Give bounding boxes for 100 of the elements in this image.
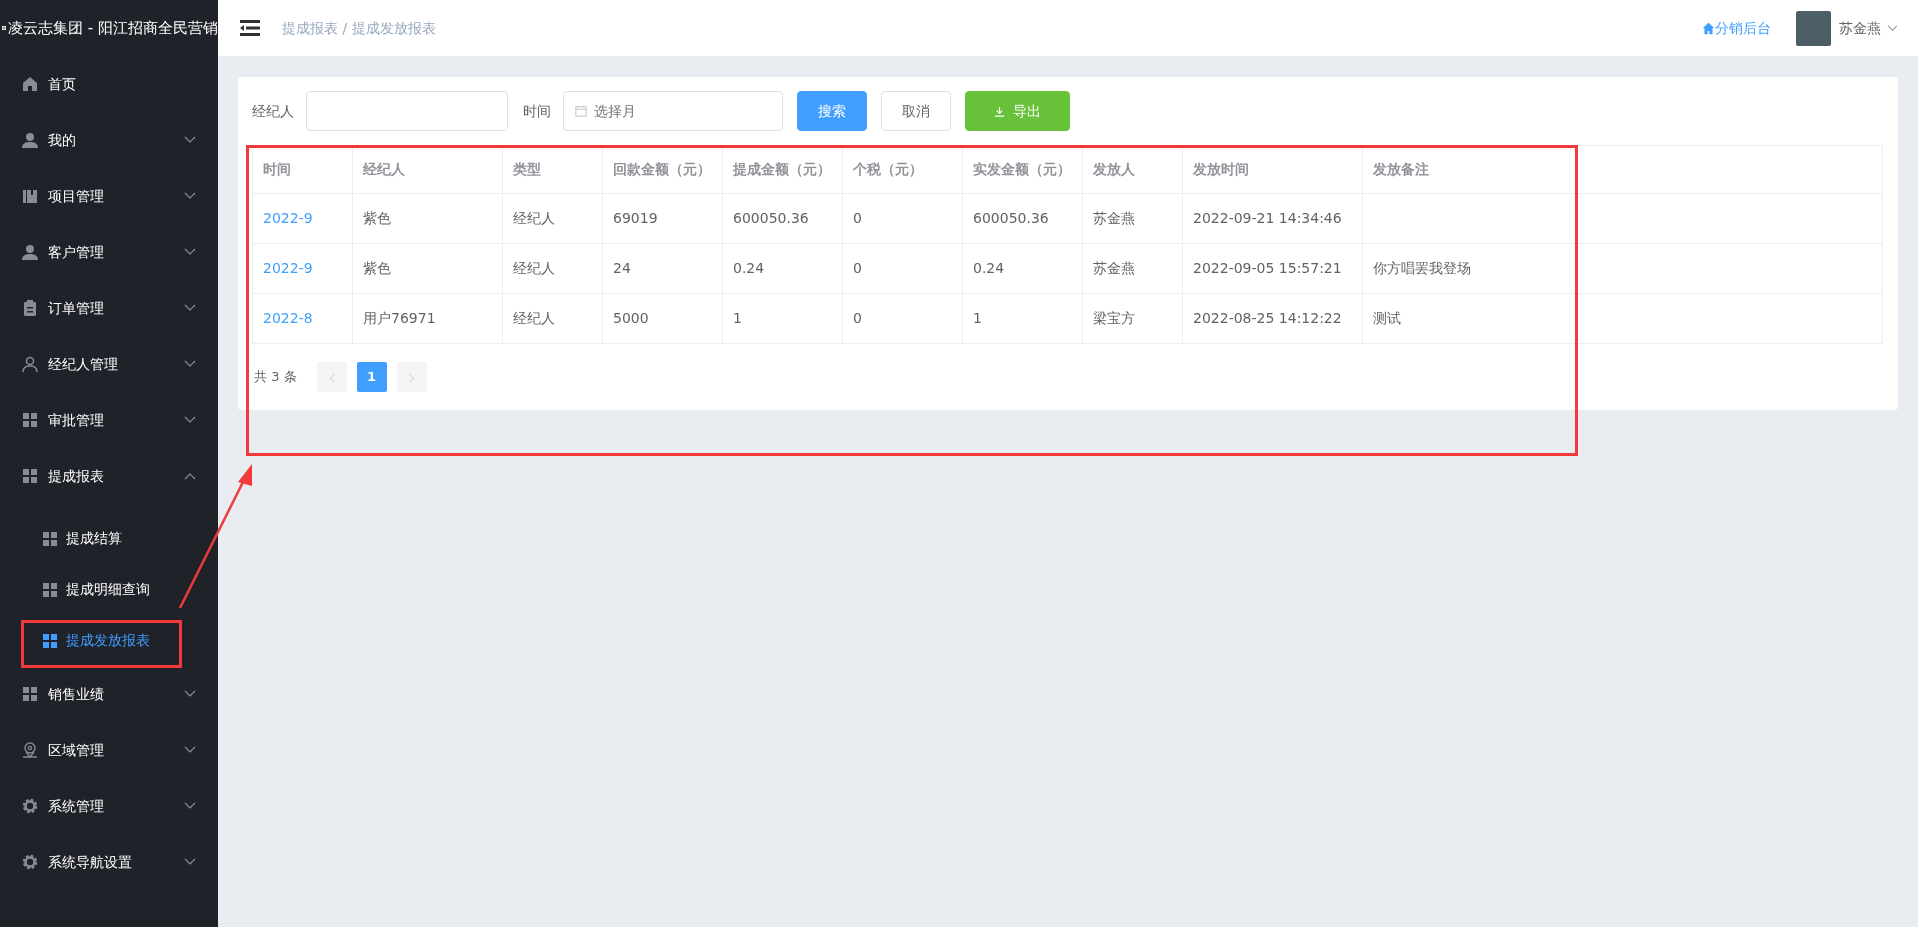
- person-icon: [22, 132, 38, 148]
- table-cell: 2022-08-25 14:12:22: [1193, 310, 1342, 326]
- breadcrumb: 提成报表 / 提成发放报表: [282, 18, 436, 38]
- building-icon: [22, 188, 38, 204]
- submenu-item[interactable]: 提成结算: [0, 513, 218, 564]
- table-cell: 0: [853, 260, 862, 276]
- gear-icon: [22, 798, 38, 814]
- table-cell: 0.24: [733, 260, 765, 276]
- grid-icon: [22, 686, 38, 702]
- table-cell: 2022-09-05 15:57:21: [1193, 260, 1342, 276]
- column-header: 时间: [252, 145, 353, 194]
- menu-item[interactable]: 系统导航设置: [0, 834, 218, 890]
- menu-label: 销售业绩: [48, 684, 105, 704]
- table-cell: 0.24: [973, 260, 1005, 276]
- house-icon: [1702, 21, 1715, 35]
- table-cell: 5000: [613, 310, 649, 326]
- column-header: 个税（元）: [842, 145, 963, 194]
- submenu-item[interactable]: 提成发放报表: [0, 615, 218, 666]
- table-cell: 600050.36: [733, 210, 809, 226]
- next-page-button[interactable]: [396, 362, 427, 392]
- table-cell: 经纪人: [513, 260, 555, 276]
- table-cell: 600050.36: [973, 210, 1049, 226]
- column-header: 发放时间: [1182, 145, 1363, 194]
- person-outline-icon: [22, 356, 38, 372]
- location-pin-icon: [22, 742, 38, 758]
- menu-item[interactable]: 首页: [0, 56, 218, 112]
- table-cell: 用户76971: [363, 310, 436, 326]
- table-cell: 0: [853, 310, 862, 326]
- menu-item[interactable]: 经纪人管理: [0, 336, 218, 392]
- menu-label: 客户管理: [48, 242, 105, 262]
- column-header: 提成金额（元）: [722, 145, 843, 194]
- grid-icon: [22, 412, 38, 428]
- month-picker-field[interactable]: 选择月: [563, 91, 783, 131]
- gear-icon: [22, 854, 38, 870]
- previous-page-button[interactable]: [316, 362, 347, 392]
- table-cell: 紫色: [363, 210, 391, 226]
- menu-item[interactable]: 项目管理: [0, 168, 218, 224]
- menu-item[interactable]: 区域管理: [0, 722, 218, 778]
- filter-label: 经纪人: [252, 101, 294, 121]
- download-icon: [994, 105, 1005, 117]
- table-cell: 苏金燕: [1093, 260, 1135, 276]
- table-cell: 0: [853, 210, 862, 226]
- menu-label: 系统管理: [48, 796, 105, 816]
- grid-icon: [22, 468, 38, 484]
- menu-label: 订单管理: [48, 298, 105, 318]
- menu-item[interactable]: 销售业绩: [0, 666, 218, 722]
- menu-label: 首页: [48, 74, 77, 94]
- menu-item[interactable]: 订单管理: [0, 280, 218, 336]
- table-cell: 梁宝方: [1093, 310, 1135, 326]
- grid-icon: [42, 632, 58, 649]
- grid-icon: [42, 530, 58, 547]
- menu-item[interactable]: 提成报表: [0, 448, 218, 504]
- table-cell: 经纪人: [513, 310, 555, 326]
- menu-item[interactable]: 我的: [0, 112, 218, 168]
- menu-label: 经纪人管理: [48, 354, 119, 374]
- menu-label: 提成发放报表: [66, 631, 150, 650]
- menu-toggle-icon[interactable]: [240, 20, 260, 36]
- house-icon: [22, 76, 38, 92]
- menu-label: 我的: [48, 130, 77, 150]
- calendar-icon: [575, 105, 587, 117]
- menu-label: 提成结算: [66, 529, 122, 548]
- grid-icon: [42, 581, 58, 598]
- table-cell: 苏金燕: [1093, 210, 1135, 226]
- user-menu[interactable]: 苏金燕: [1839, 17, 1898, 39]
- column-header: 实发金额（元）: [962, 145, 1083, 194]
- table-cell: 测试: [1373, 310, 1401, 326]
- table-cell: 紫色: [363, 260, 391, 276]
- menu-item[interactable]: 客户管理: [0, 224, 218, 280]
- table-cell: 1: [973, 310, 982, 326]
- clipboard-icon: [22, 300, 38, 316]
- column-header: 经纪人: [352, 145, 503, 194]
- chevron-right-icon: [408, 372, 415, 383]
- column-header: 发放备注: [1362, 145, 1883, 194]
- column-header: 回款金额（元）: [602, 145, 723, 194]
- menu-item[interactable]: 系统管理: [0, 778, 218, 834]
- table-cell: 经纪人: [513, 210, 555, 226]
- table-cell: 2022-09-21 14:34:46: [1193, 210, 1342, 226]
- menu-label: 项目管理: [48, 186, 105, 206]
- table-cell: 你方唱罢我登场: [1373, 260, 1471, 276]
- column-header: 类型: [502, 145, 603, 194]
- chevron-down-icon: [1887, 24, 1898, 32]
- menu-label: 系统导航设置: [48, 852, 133, 872]
- submenu-item[interactable]: 提成明细查询: [0, 564, 218, 615]
- column-header: 发放人: [1082, 145, 1183, 194]
- avatar-placeholder: [1796, 10, 1831, 46]
- menu-item[interactable]: 审批管理: [0, 392, 218, 448]
- table-cell: 24: [613, 260, 631, 276]
- menu-label: 提成报表: [48, 466, 105, 486]
- filter-label: 时间: [523, 101, 551, 121]
- table-cell: 69019: [613, 210, 658, 226]
- cancel-button[interactable]: 取消: [881, 91, 951, 131]
- table-cell: 1: [733, 310, 742, 326]
- menu-label: 审批管理: [48, 410, 105, 430]
- chevron-left-icon: [328, 372, 335, 383]
- menu-label: 提成明细查询: [66, 580, 150, 599]
- menu-label: 区域管理: [48, 740, 105, 760]
- total-count: 共 3 条: [254, 368, 297, 387]
- app-title: 凌云志集团 - 阳江招商全民营销: [8, 17, 218, 39]
- agent-input-field[interactable]: [306, 91, 508, 131]
- person-icon: [22, 244, 38, 260]
